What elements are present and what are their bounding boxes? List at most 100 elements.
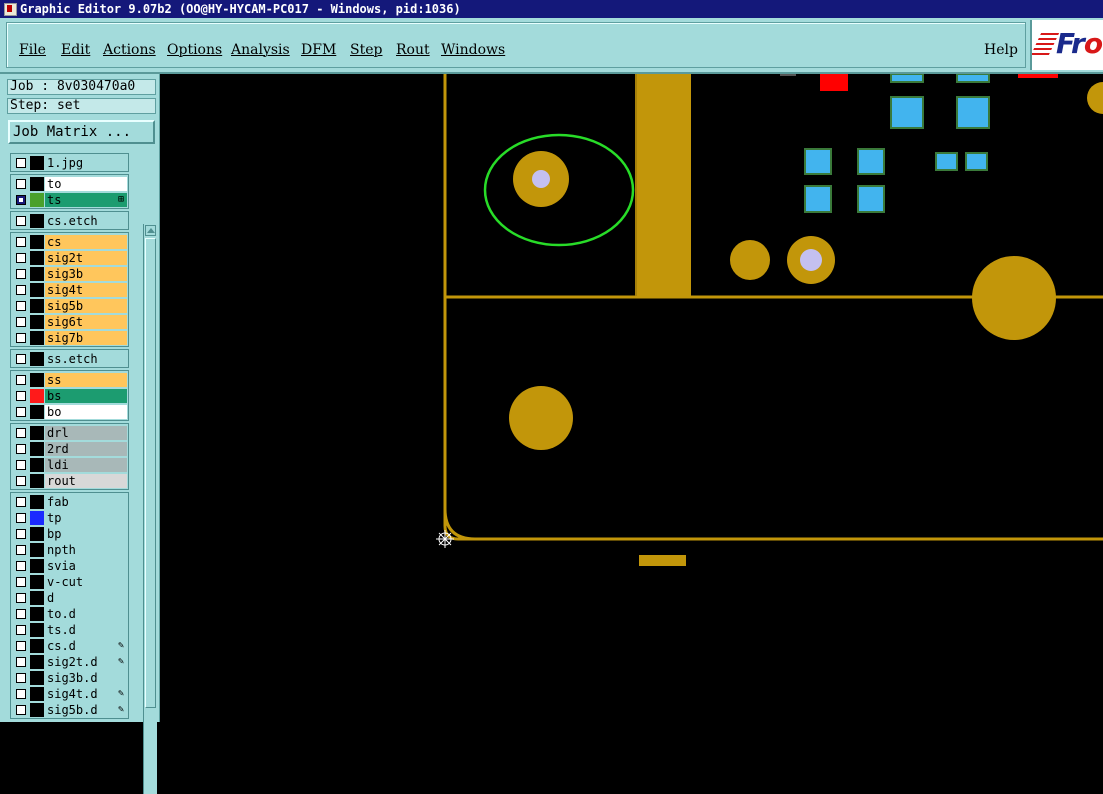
layer-color-swatch[interactable]: [30, 474, 44, 488]
layer-name[interactable]: sig2t.d ✎: [45, 655, 127, 669]
layer-checkbox[interactable]: [16, 158, 26, 168]
layer-color-swatch[interactable]: [30, 703, 44, 717]
layer-color-swatch[interactable]: [30, 373, 44, 387]
layer-row-svia[interactable]: svia: [12, 558, 129, 574]
layer-color-swatch[interactable]: [30, 639, 44, 653]
layer-checkbox[interactable]: [16, 513, 26, 523]
layer-color-swatch[interactable]: [30, 331, 44, 345]
layer-color-swatch[interactable]: [30, 267, 44, 281]
layer-name[interactable]: ldi: [45, 458, 127, 472]
layer-checkbox[interactable]: [16, 609, 26, 619]
layer-row-ts[interactable]: ts ⊞: [12, 192, 129, 208]
layer-row-sig5b[interactable]: sig5b: [12, 298, 129, 314]
layer-color-swatch[interactable]: [30, 352, 44, 366]
menu-windows[interactable]: Windows: [441, 42, 505, 58]
menu-file[interactable]: File: [19, 42, 46, 58]
layer-checkbox[interactable]: [16, 407, 26, 417]
layer-checkbox[interactable]: [16, 497, 26, 507]
layer-checkbox[interactable]: [16, 577, 26, 587]
menu-rout[interactable]: Rout: [396, 42, 430, 58]
layer-row-cs-etch[interactable]: cs.etch: [12, 213, 129, 229]
layer-row-sig5b-d[interactable]: sig5b.d ✎: [12, 702, 129, 718]
layer-color-swatch[interactable]: [30, 214, 44, 228]
menu-options[interactable]: Options: [167, 42, 222, 58]
layer-row-to[interactable]: to: [12, 176, 129, 192]
layer-color-swatch[interactable]: [30, 623, 44, 637]
layer-color-swatch[interactable]: [30, 655, 44, 669]
layer-row-sig2t[interactable]: sig2t: [12, 250, 129, 266]
layer-checkbox[interactable]: [16, 317, 26, 327]
layer-color-swatch[interactable]: [30, 389, 44, 403]
layer-row-fab[interactable]: fab: [12, 494, 129, 510]
layer-checkbox[interactable]: [16, 216, 26, 226]
layer-checkbox[interactable]: [16, 641, 26, 651]
layer-row-sig4t[interactable]: sig4t: [12, 282, 129, 298]
layer-name[interactable]: to: [45, 177, 127, 191]
layer-row-drl[interactable]: drl: [12, 425, 129, 441]
layer-name[interactable]: ts.d: [45, 623, 127, 637]
layer-checkbox[interactable]: [16, 689, 26, 699]
graphic-canvas[interactable]: [160, 73, 1103, 722]
layer-color-swatch[interactable]: [30, 283, 44, 297]
layer-checkbox[interactable]: [16, 529, 26, 539]
layer-row-sig6t[interactable]: sig6t: [12, 314, 129, 330]
layer-name[interactable]: 2rd: [45, 442, 127, 456]
layer-color-swatch[interactable]: [30, 591, 44, 605]
layer-row-ldi[interactable]: ldi: [12, 457, 129, 473]
menu-dfm[interactable]: DFM: [301, 42, 336, 58]
layer-name[interactable]: cs: [45, 235, 127, 249]
layer-checkbox[interactable]: [16, 375, 26, 385]
layer-checkbox[interactable]: [16, 444, 26, 454]
layer-checkbox[interactable]: [16, 673, 26, 683]
layer-row-bo[interactable]: bo: [12, 404, 129, 420]
layer-name[interactable]: svia: [45, 559, 127, 573]
layer-checkbox[interactable]: [16, 301, 26, 311]
layer-checkbox[interactable]: [16, 179, 26, 189]
menu-help[interactable]: Help: [984, 42, 1018, 58]
layer-color-swatch[interactable]: [30, 543, 44, 557]
layer-checkbox[interactable]: [16, 657, 26, 667]
layer-row-bs[interactable]: bs: [12, 388, 129, 404]
layer-name[interactable]: sig3b.d: [45, 671, 127, 685]
layer-name[interactable]: bp: [45, 527, 127, 541]
layer-checkbox[interactable]: [16, 237, 26, 247]
layer-checkbox[interactable]: [16, 391, 26, 401]
layer-color-swatch[interactable]: [30, 495, 44, 509]
layer-checkbox[interactable]: [16, 625, 26, 635]
layer-row-bp[interactable]: bp: [12, 526, 129, 542]
layer-name[interactable]: to.d: [45, 607, 127, 621]
layer-row-d[interactable]: d: [12, 590, 129, 606]
layer-row-sig4t-d[interactable]: sig4t.d ✎: [12, 686, 129, 702]
layer-color-swatch[interactable]: [30, 442, 44, 456]
layer-name[interactable]: tp: [45, 511, 127, 525]
scrollbar-thumb[interactable]: [145, 238, 156, 708]
layer-color-swatch[interactable]: [30, 177, 44, 191]
layer-checkbox[interactable]: [16, 705, 26, 715]
layer-row-tp[interactable]: tp: [12, 510, 129, 526]
layer-color-swatch[interactable]: [30, 193, 44, 207]
layer-row-ss[interactable]: ss: [12, 372, 129, 388]
menu-analysis[interactable]: Analysis: [231, 42, 290, 58]
layer-color-swatch[interactable]: [30, 687, 44, 701]
menu-actions[interactable]: Actions: [103, 42, 156, 58]
layer-row-sig2t-d[interactable]: sig2t.d ✎: [12, 654, 129, 670]
layer-checkbox[interactable]: [16, 460, 26, 470]
layer-row-cs[interactable]: cs: [12, 234, 129, 250]
layer-name[interactable]: ss.etch: [45, 352, 127, 366]
layer-color-swatch[interactable]: [30, 458, 44, 472]
layer-row-sig3b[interactable]: sig3b: [12, 266, 129, 282]
layer-name[interactable]: ts ⊞: [45, 193, 127, 207]
layer-name[interactable]: bo: [45, 405, 127, 419]
layer-checkbox[interactable]: [16, 195, 26, 205]
layer-name[interactable]: npth: [45, 543, 127, 557]
layer-checkbox[interactable]: [16, 428, 26, 438]
layer-name[interactable]: drl: [45, 426, 127, 440]
menu-edit[interactable]: Edit: [61, 42, 90, 58]
layer-name[interactable]: bs: [45, 389, 127, 403]
layer-name[interactable]: sig6t: [45, 315, 127, 329]
layer-checkbox[interactable]: [16, 545, 26, 555]
layer-row-ss-etch[interactable]: ss.etch: [12, 351, 129, 367]
scroll-up-icon[interactable]: [145, 225, 156, 236]
layer-checkbox[interactable]: [16, 561, 26, 571]
layer-row-cs-d[interactable]: cs.d ✎: [12, 638, 129, 654]
